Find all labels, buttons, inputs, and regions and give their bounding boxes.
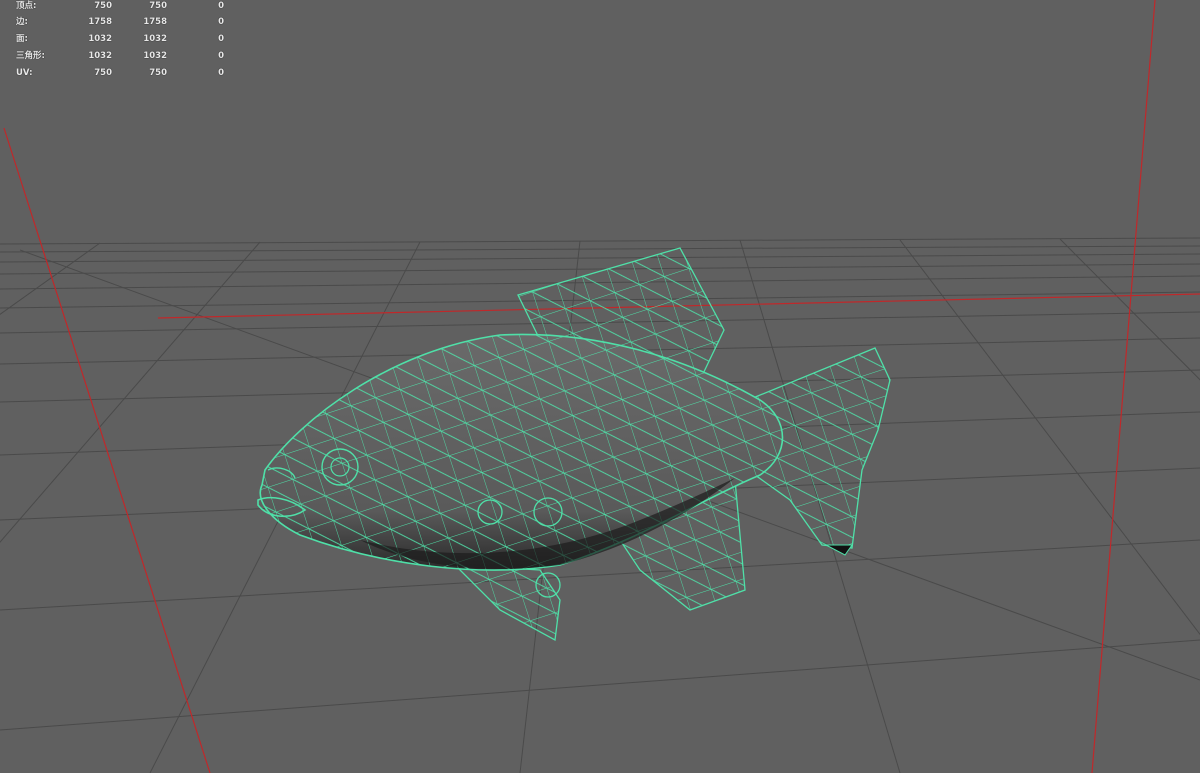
hud-label: 顶点: [16, 1, 37, 11]
hud-value: 750 [94, 68, 112, 78]
hud-value: 1032 [143, 34, 167, 44]
hud-value: 1758 [88, 17, 112, 27]
hud-value: 1032 [88, 34, 112, 44]
hud-value: 0 [218, 17, 224, 27]
hud-value: 0 [218, 1, 224, 11]
hud-label: 三角形: [16, 51, 45, 61]
hud-value: 750 [149, 68, 167, 78]
hud-value: 0 [218, 51, 224, 61]
hud-label: 面: [16, 34, 28, 44]
hud-value: 0 [218, 34, 224, 44]
hud-value: 1032 [88, 51, 112, 61]
hud-label: 边: [16, 17, 28, 27]
fish-wireframe-model[interactable] [257, 247, 891, 642]
perspective-viewport[interactable] [0, 0, 1200, 773]
viewport-canvas[interactable] [0, 0, 1200, 773]
hud-label: UV: [16, 68, 33, 78]
hud-value: 750 [149, 1, 167, 11]
hud-value: 750 [94, 1, 112, 11]
hud-value: 1032 [143, 51, 167, 61]
hud-value: 1758 [143, 17, 167, 27]
hud-value: 0 [218, 68, 224, 78]
